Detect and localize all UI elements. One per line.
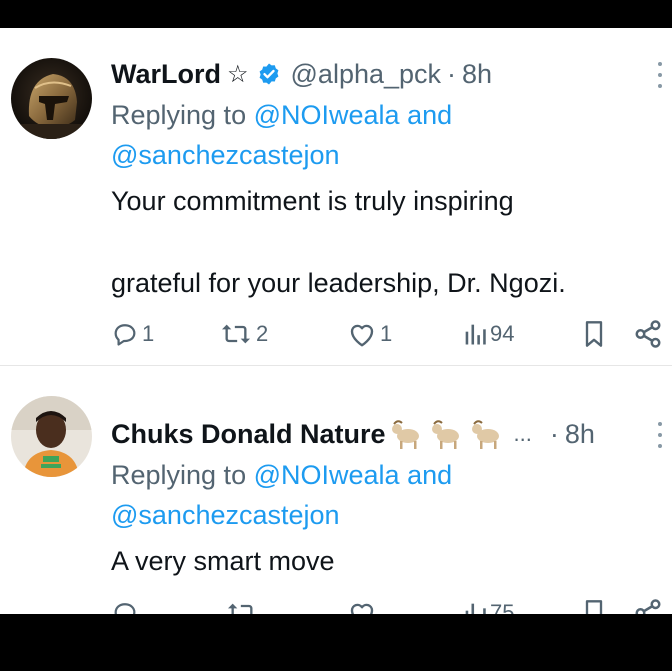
share-button[interactable] — [633, 595, 663, 614]
reply-icon — [114, 603, 136, 614]
tweet-actions: 1 2 1 94 — [111, 316, 666, 352]
user-handle[interactable]: @alpha_pck — [291, 59, 442, 90]
goat-icon — [391, 420, 419, 449]
tweet-text-line: A very smart move — [111, 546, 335, 576]
tweet-feed: WarLord ☆ @alpha_pck · 8h Replying to @N… — [0, 28, 672, 614]
timestamp[interactable]: 8h — [565, 419, 595, 450]
separator-dot: · — [447, 58, 457, 89]
tweet-header: WarLord ☆ @alpha_pck · 8h — [111, 56, 658, 92]
tweet-text-line: grateful for your leadership, Dr. Ngozi. — [111, 268, 566, 298]
goat-emojis — [390, 418, 504, 450]
replying-to: Replying to @NOIweala and — [111, 455, 452, 495]
bottom-black-bar — [0, 614, 672, 671]
tweet-text-line: Your commitment is truly inspiring — [111, 186, 514, 216]
views-button[interactable]: 75 — [463, 595, 514, 614]
bookmark-icon — [585, 321, 603, 347]
views-button[interactable]: 94 — [463, 316, 514, 352]
views-icon — [465, 603, 486, 614]
tweet-2[interactable]: Chuks Donald Nature ... · 8h Replying to… — [0, 366, 672, 614]
timestamp[interactable]: 8h — [462, 59, 492, 90]
mention-and[interactable]: and — [407, 460, 452, 490]
goat-icon — [431, 420, 459, 449]
name-truncation: ... — [513, 421, 532, 446]
replying-to: Replying to @NOIweala and — [111, 95, 452, 135]
bookmark-button[interactable] — [581, 316, 607, 352]
tweet-header: Chuks Donald Nature ... · 8h — [111, 416, 658, 452]
like-button[interactable]: 1 — [347, 316, 392, 352]
profile-photo-avatar-image — [11, 396, 92, 477]
replying-to-line-2: @sanchezcastejon — [111, 135, 340, 175]
avatar[interactable] — [11, 58, 92, 139]
like-icon — [350, 324, 374, 347]
helmet-avatar-image — [11, 58, 92, 139]
tweet-1[interactable]: WarLord ☆ @alpha_pck · 8h Replying to @N… — [0, 28, 672, 365]
bookmark-icon — [585, 600, 603, 614]
display-name[interactable]: Chuks Donald Nature — [111, 419, 386, 450]
replying-to-label: Replying to — [111, 460, 247, 490]
views-icon — [465, 324, 486, 345]
mention-link[interactable]: @NOIweala — [254, 460, 400, 490]
retweet-count: 2 — [256, 321, 269, 346]
views-count: 75 — [490, 600, 515, 614]
mention-link[interactable]: @sanchezcastejon — [111, 500, 340, 530]
top-black-bar — [0, 0, 672, 28]
bookmark-button[interactable] — [581, 595, 607, 614]
share-icon — [635, 599, 661, 614]
retweet-button[interactable]: 2 — [219, 316, 268, 352]
replying-to-line-2: @sanchezcastejon — [111, 495, 340, 535]
reply-count: 1 — [142, 321, 155, 346]
like-count: 1 — [380, 321, 393, 346]
reply-icon — [114, 324, 136, 346]
share-icon — [635, 320, 661, 348]
mention-and[interactable]: and — [407, 100, 452, 130]
retweet-icon — [228, 603, 253, 614]
reply-button[interactable]: 1 — [111, 316, 154, 352]
replying-to-label: Replying to — [111, 100, 247, 130]
avatar[interactable] — [11, 396, 92, 477]
retweet-button[interactable] — [225, 595, 259, 614]
more-options-icon[interactable] — [654, 422, 666, 448]
mention-link[interactable]: @sanchezcastejon — [111, 140, 340, 170]
retweet-icon — [222, 324, 250, 344]
like-button[interactable] — [347, 595, 377, 614]
reply-button[interactable] — [111, 595, 139, 614]
tweet-actions: 75 — [111, 595, 666, 614]
like-icon — [350, 603, 374, 614]
display-name[interactable]: WarLord — [111, 59, 221, 90]
separator-dot: · — [549, 418, 559, 449]
share-button[interactable] — [633, 316, 663, 352]
more-options-icon[interactable] — [654, 62, 666, 88]
mention-link[interactable]: @NOIweala — [254, 100, 400, 130]
goat-icon — [471, 420, 499, 449]
name-star-symbol: ☆ — [227, 60, 249, 88]
verified-badge-icon — [257, 62, 281, 86]
views-count: 94 — [490, 321, 515, 346]
